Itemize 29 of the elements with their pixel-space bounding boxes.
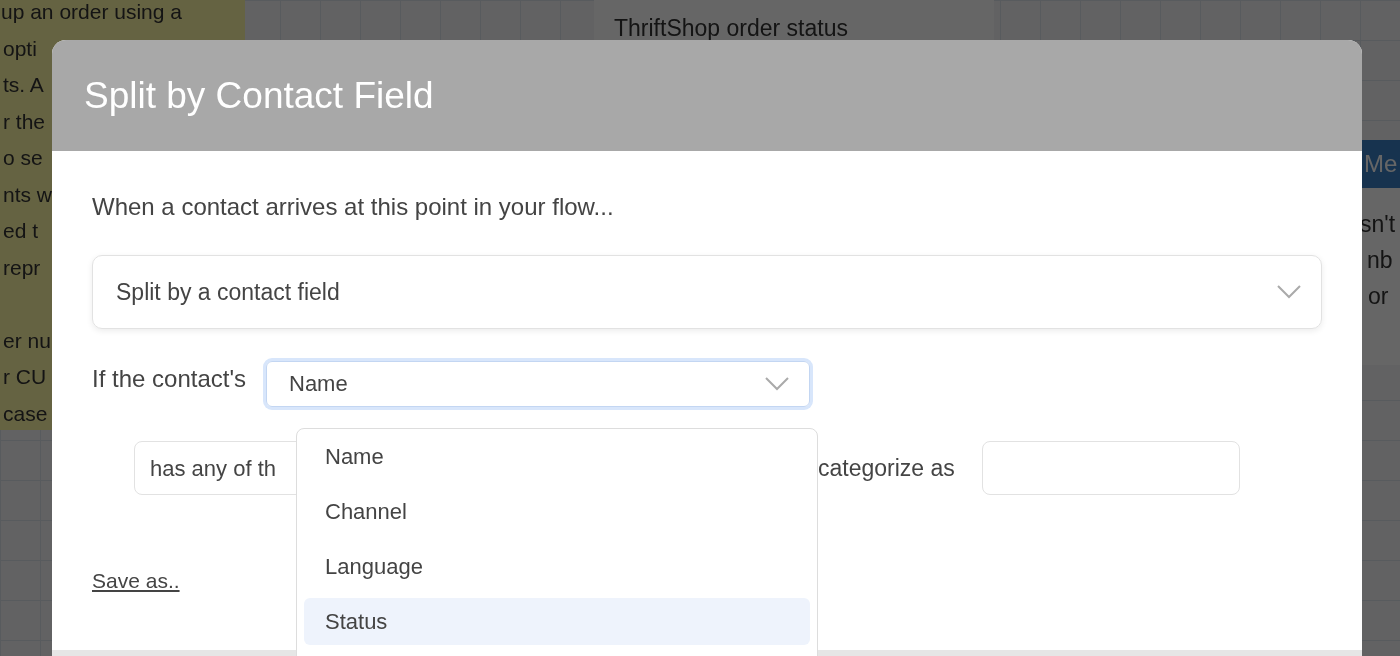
dropdown-option[interactable]: Channel — [304, 488, 810, 535]
intro-text: When a contact arrives at this point in your flow... — [92, 193, 615, 221]
note-text: repr — [2, 254, 41, 281]
split-type-select[interactable]: Split by a contact field — [92, 255, 1322, 329]
contact-field-select[interactable]: Name — [266, 361, 810, 407]
note-text: r CU — [2, 364, 47, 390]
node-text: or — [1367, 282, 1390, 311]
field-label: If the contact's — [92, 364, 246, 393]
note-text: nts w — [2, 181, 52, 208]
note-text: up an order using a — [0, 0, 182, 25]
note-text: opti — [2, 35, 37, 62]
note-text: er nu — [2, 327, 51, 354]
note-text: ts. A — [2, 72, 44, 98]
categorize-label: categorize as — [818, 454, 955, 482]
chevron-down-icon — [1277, 285, 1301, 299]
node-text: ThriftShop order status — [614, 15, 848, 42]
dropdown-option[interactable]: Status — [304, 598, 810, 645]
dialog-title: Split by Contact Field — [84, 74, 434, 117]
node-text: nb — [1366, 246, 1394, 275]
dropdown-option[interactable]: Name — [304, 433, 810, 480]
save-as-link[interactable]: Save as.. — [92, 569, 180, 593]
category-input[interactable] — [981, 441, 1240, 495]
node-text: sn't — [1359, 210, 1397, 239]
dropdown-option[interactable]: Language — [304, 543, 810, 590]
note-text: ed t — [2, 218, 39, 244]
note-text: o se — [2, 145, 43, 171]
note-text: r the — [2, 108, 46, 135]
note-text: case — [2, 400, 48, 427]
chevron-down-icon — [765, 377, 789, 391]
